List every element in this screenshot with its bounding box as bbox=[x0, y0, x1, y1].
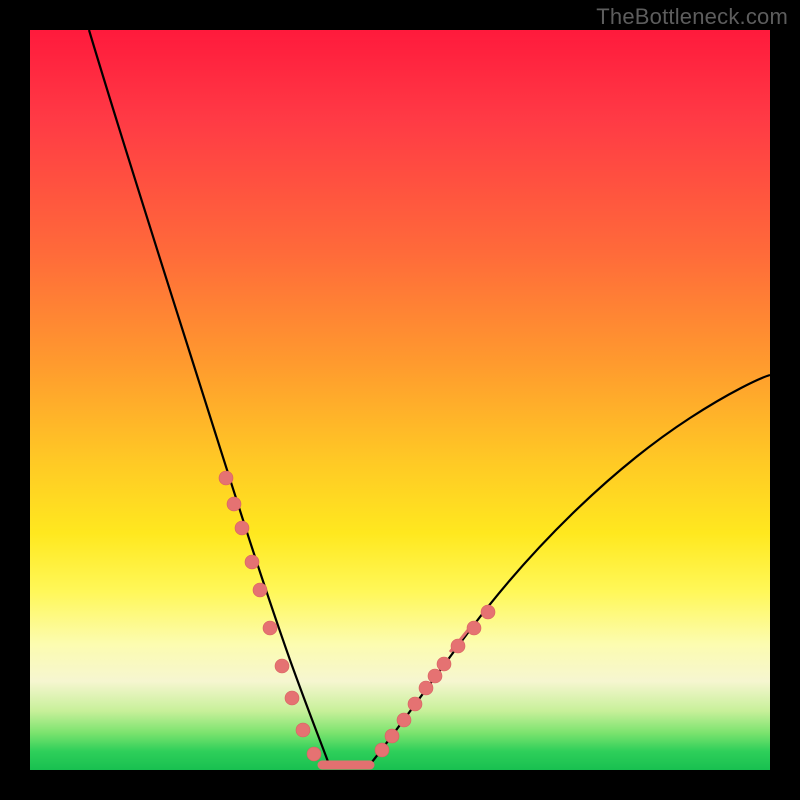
marker-dot bbox=[235, 521, 249, 535]
watermark-text: TheBottleneck.com bbox=[596, 4, 788, 30]
marker-dot bbox=[408, 697, 422, 711]
marker-dot bbox=[219, 471, 233, 485]
plot-area bbox=[30, 30, 770, 770]
marker-dot bbox=[253, 583, 267, 597]
marker-dot bbox=[245, 555, 259, 569]
marker-dot bbox=[428, 669, 442, 683]
marker-dot bbox=[451, 639, 465, 653]
right-branch bbox=[368, 375, 770, 767]
marker-dot bbox=[419, 681, 433, 695]
chart-frame: TheBottleneck.com bbox=[0, 0, 800, 800]
marker-dot bbox=[467, 621, 481, 635]
marker-dot bbox=[307, 747, 321, 761]
marker-dot bbox=[227, 497, 241, 511]
marker-dot bbox=[263, 621, 277, 635]
marker-dot bbox=[437, 657, 451, 671]
marker-dot bbox=[375, 743, 389, 757]
curve-layer bbox=[30, 30, 770, 770]
marker-dot bbox=[296, 723, 310, 737]
marker-dot bbox=[397, 713, 411, 727]
marker-dot bbox=[285, 691, 299, 705]
marker-dot bbox=[385, 729, 399, 743]
left-branch bbox=[89, 30, 330, 767]
marker-dot bbox=[275, 659, 289, 673]
marker-dot bbox=[481, 605, 495, 619]
